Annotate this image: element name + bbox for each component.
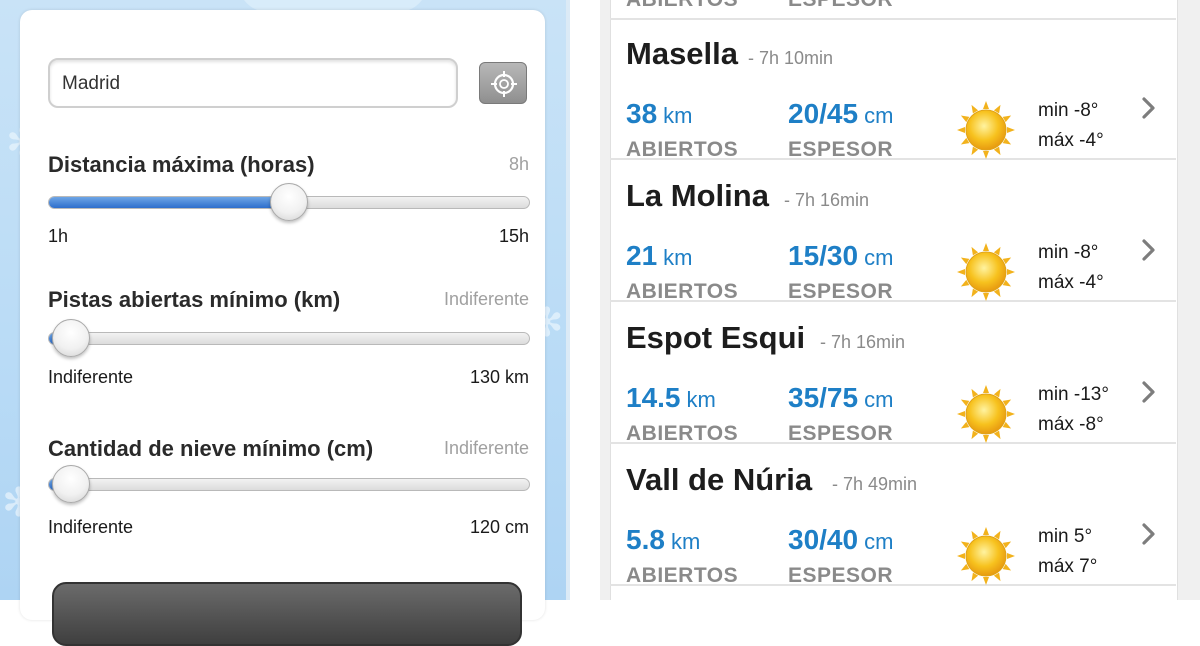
distance-slider-thumb[interactable] bbox=[270, 183, 308, 221]
km-unit: km bbox=[663, 103, 693, 128]
filter-card: Madrid Distancia máxima (horas) 8h 1h 15… bbox=[20, 10, 545, 646]
crosshair-icon bbox=[491, 71, 517, 97]
distance-slider-fill bbox=[49, 197, 290, 208]
nieve-slider-track[interactable] bbox=[48, 478, 530, 491]
km-caption: ABIERTOS bbox=[626, 280, 739, 303]
distance-label: Distancia máxima (horas) bbox=[48, 152, 315, 177]
resort-name: Masella bbox=[626, 36, 739, 71]
depth-number: 15/30 bbox=[788, 240, 859, 271]
depth-caption: ESPESOR bbox=[788, 280, 894, 303]
km-open-value: 5.8 km bbox=[626, 524, 700, 556]
list-item-partial[interactable]: ABIERTOS ESPESOR bbox=[610, 0, 1176, 20]
snow-depth-value: 20/45 cm bbox=[788, 98, 893, 130]
locate-me-button[interactable] bbox=[479, 62, 527, 104]
snow-depth-value: 15/30 cm bbox=[788, 240, 893, 272]
km-number: 21 bbox=[626, 240, 658, 271]
depth-caption: ESPESOR bbox=[788, 564, 894, 587]
nieve-current-value: Indiferente bbox=[443, 438, 529, 458]
temp-min: min 5° bbox=[1038, 526, 1093, 547]
depth-number: 30/40 bbox=[788, 524, 859, 555]
depth-caption: ESPESOR bbox=[788, 422, 894, 445]
resort-row[interactable]: Vall de Núria - 7h 49min 5.8 km ABIERTOS … bbox=[610, 446, 1176, 587]
km-open-value: 14.5 km bbox=[626, 382, 716, 414]
km-unit: km bbox=[686, 387, 716, 412]
chevron-right-icon[interactable] bbox=[1140, 238, 1158, 262]
depth-unit: cm bbox=[864, 387, 894, 412]
travel-time: - 7h 16min bbox=[820, 332, 906, 352]
pistas-label: Pistas abiertas mínimo (km) bbox=[48, 287, 341, 312]
temp-min: min -13° bbox=[1038, 384, 1109, 405]
travel-time: - 7h 49min bbox=[832, 474, 918, 494]
chevron-right-icon[interactable] bbox=[1140, 380, 1158, 404]
nieve-max-label: 120 cm bbox=[469, 517, 529, 537]
temp-max: máx -8° bbox=[1038, 414, 1104, 435]
location-input[interactable]: Madrid bbox=[48, 58, 458, 108]
depth-unit: cm bbox=[864, 529, 894, 554]
km-caption: ABIERTOS bbox=[626, 422, 739, 445]
km-caption: ABIERTOS bbox=[626, 564, 739, 587]
km-open-value: 21 km bbox=[626, 240, 692, 272]
temp-max: máx -4° bbox=[1038, 130, 1104, 151]
pane-gap bbox=[570, 0, 600, 600]
resort-row[interactable]: La Molina - 7h 16min 21 km ABIERTOS 15/30… bbox=[610, 162, 1176, 303]
chevron-right-icon[interactable] bbox=[1140, 96, 1158, 120]
depth-number: 20/45 bbox=[788, 98, 859, 129]
km-number: 5.8 bbox=[626, 524, 665, 555]
distance-max-label: 15h bbox=[498, 226, 529, 246]
nieve-label: Cantidad de nieve mínimo (cm) bbox=[48, 436, 374, 461]
km-number: 14.5 bbox=[626, 382, 681, 413]
chevron-right-icon[interactable] bbox=[1140, 522, 1158, 546]
depth-unit: cm bbox=[864, 245, 894, 270]
distance-current-value: 8h bbox=[508, 154, 529, 174]
temp-max: máx -4° bbox=[1038, 272, 1104, 293]
travel-time: - 7h 16min bbox=[784, 190, 870, 210]
km-number: 38 bbox=[626, 98, 658, 129]
distance-min-label: 1h bbox=[48, 226, 69, 246]
pistas-slider-track[interactable] bbox=[48, 332, 530, 345]
km-open-value: 38 km bbox=[626, 98, 692, 130]
pistas-min-label: Indiferente bbox=[48, 367, 134, 387]
resort-name: Espot Esqui bbox=[626, 320, 806, 355]
snow-depth-value: 35/75 cm bbox=[788, 382, 893, 414]
temp-max: máx 7° bbox=[1038, 556, 1098, 577]
pistas-slider-thumb[interactable] bbox=[52, 319, 90, 357]
search-button[interactable] bbox=[52, 582, 522, 646]
resort-row[interactable]: Masella - 7h 10min 38 km ABIERTOS 20/45 cm… bbox=[610, 20, 1176, 161]
pistas-current-value: Indiferente bbox=[443, 289, 529, 309]
snow-depth-value: 30/40 cm bbox=[788, 524, 893, 556]
depth-number: 35/75 bbox=[788, 382, 859, 413]
sun-icon bbox=[957, 101, 1015, 159]
temp-min: min -8° bbox=[1038, 242, 1099, 263]
sun-icon bbox=[957, 527, 1015, 585]
resort-name: La Molina bbox=[626, 178, 769, 213]
depth-unit: cm bbox=[864, 103, 894, 128]
depth-caption: ESPESOR bbox=[788, 138, 894, 161]
nieve-min-label: Indiferente bbox=[48, 517, 134, 537]
resort-name: Vall de Núria bbox=[626, 462, 813, 497]
km-caption: ABIERTOS bbox=[626, 138, 739, 161]
pistas-max-label: 130 km bbox=[469, 367, 529, 387]
km-unit: km bbox=[663, 245, 693, 270]
depth-caption: ESPESOR bbox=[788, 0, 893, 12]
temp-min: min -8° bbox=[1038, 100, 1099, 121]
sun-icon bbox=[957, 243, 1015, 301]
sun-icon bbox=[957, 385, 1015, 443]
km-caption: ABIERTOS bbox=[626, 0, 738, 12]
nieve-slider-thumb[interactable] bbox=[52, 465, 90, 503]
resort-row[interactable]: Espot Esqui - 7h 16min 14.5 km ABIERTOS 3… bbox=[610, 304, 1176, 445]
travel-time: - 7h 10min bbox=[748, 48, 834, 68]
km-unit: km bbox=[670, 529, 701, 554]
